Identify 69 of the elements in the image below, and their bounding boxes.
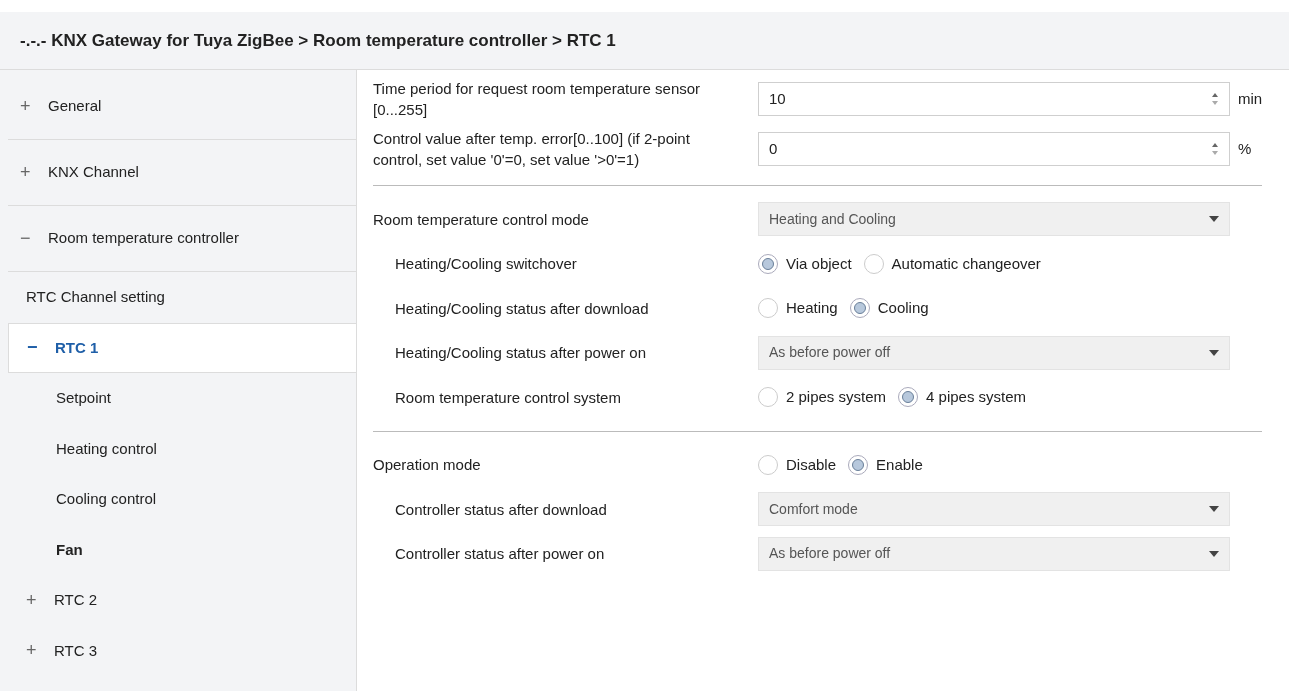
parameter-label: Controller status after power on [394,544,606,565]
radio-icon[interactable] [758,387,778,408]
spinner-arrows-icon[interactable] [1211,142,1219,156]
expand-icon[interactable]: + [20,159,48,186]
radio-option[interactable]: Disable [758,453,837,476]
radio-option[interactable]: Enable [848,453,923,476]
dropdown[interactable]: Heating and Cooling [758,202,1230,237]
dropdown-arrow-icon [1209,216,1219,223]
unit-label: min [1238,88,1263,109]
dropdown[interactable]: As before power off [758,536,1230,571]
collapse-icon[interactable]: − [27,334,55,362]
tree-item-label: KNX Channel [48,162,139,183]
parameter-label: Heating/Cooling switchover [394,254,578,275]
expand-icon[interactable]: + [20,93,48,120]
tree-item-label: Cooling control [56,489,157,509]
radio-option[interactable]: 4 pipes system [898,386,1027,409]
window-title: -.-.- KNX Gateway for Tuya ZigBee > Room temperature controller > RTC 1 [20,29,616,52]
spinner-arrows-icon[interactable] [1211,92,1219,106]
number-field[interactable]: 10 [758,82,1230,116]
radio-option[interactable]: Heating [758,297,838,320]
tree-item[interactable]: − Room temperature controller [8,206,356,272]
radio-option[interactable]: Automatic changeover [863,252,1041,275]
tree-item[interactable]: + RTC 3 [8,625,356,676]
tree-item[interactable]: Setpoint [8,373,356,424]
radio-option[interactable]: 2 pipes system [758,386,887,409]
tree-item-label: General [48,96,102,117]
expand-icon[interactable]: + [26,637,54,665]
radio-icon[interactable] [849,298,870,319]
tree-item-label: RTC 2 [54,590,98,610]
dropdown-arrow-icon [1209,506,1219,513]
tree-item-label: Room temperature controller [48,228,239,249]
parameter-label: Room temperature control system [394,387,622,408]
dropdown[interactable]: Comfort mode [758,492,1230,527]
radio-icon[interactable] [863,253,884,274]
tree-item-label: Fan [56,539,83,560]
tree-item[interactable]: + General [8,74,356,140]
tree-item-label: Setpoint [56,388,112,408]
parameter-label: Heating/Cooling status after power on [394,343,647,364]
tree-item[interactable]: + RTC 2 [8,575,356,626]
parameter-label: Controller status after download [394,499,608,520]
tree-item[interactable]: RTC Channel setting [8,272,356,323]
parameter-label: Time period for request room temperature sensor [0...255] [373,79,702,120]
tree-item[interactable]: − RTC 1 [8,322,357,373]
parameter-label: Control value after temp. error[0..100] (if 2-point control, set value '0'=0, set value '>0'=1) [373,129,691,170]
number-field[interactable]: 0 [758,132,1230,166]
parameter-label: Operation mode [373,455,482,476]
tree-item-label: RTC 1 [55,337,99,358]
tree-item-label: RTC Channel setting [26,287,165,307]
collapse-icon[interactable]: − [20,225,48,252]
tree-item-label: RTC 3 [54,640,98,661]
radio-icon[interactable] [758,298,778,319]
radio-option[interactable]: Cooling [849,297,929,320]
parameter-label: Room temperature control mode [373,209,590,230]
dropdown-arrow-icon [1209,550,1219,557]
tree-item[interactable]: + KNX Channel [8,140,356,206]
tree-item-label: Heating control [56,438,157,459]
expand-icon[interactable]: + [26,586,54,614]
parameter-label: Heating/Cooling status after download [394,298,650,319]
radio-icon[interactable] [848,454,869,475]
tree-item[interactable]: Heating control [8,423,356,474]
radio-icon[interactable] [758,454,778,475]
radio-icon[interactable] [898,387,919,408]
tree-item[interactable]: Fan [8,524,356,575]
dropdown-arrow-icon [1209,349,1219,356]
radio-option[interactable]: Via object [758,252,852,275]
unit-label: % [1238,138,1252,159]
dropdown[interactable]: As before power off [758,335,1230,370]
tree-item[interactable]: Cooling control [8,474,356,525]
radio-icon[interactable] [758,253,778,274]
